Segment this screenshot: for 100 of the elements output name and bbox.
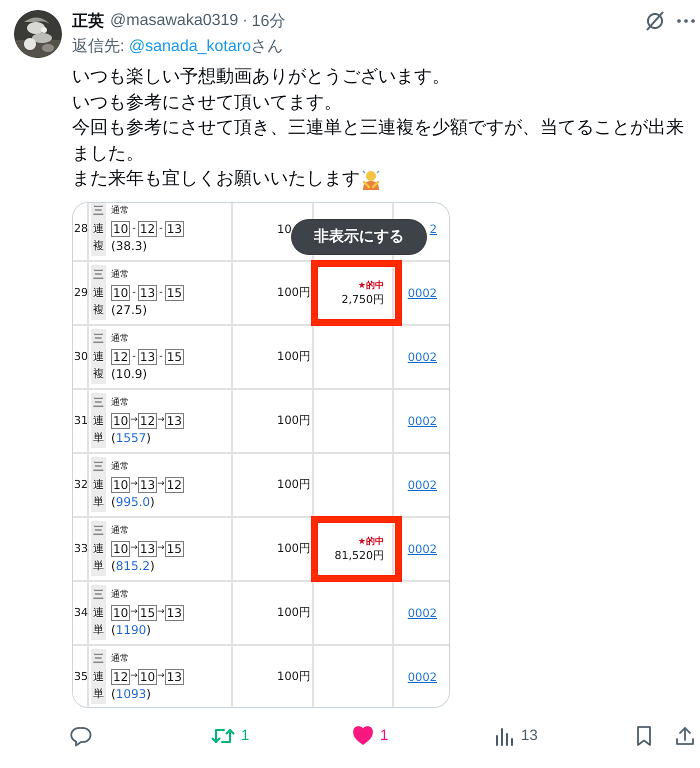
ticket-link[interactable]: 0002 [406, 478, 437, 492]
bet-type-label: 三連単 [91, 393, 106, 448]
odds-paren: ( [111, 494, 116, 508]
stake-amount: 100円 [277, 285, 311, 300]
post-text: また来年も宜しくお願いいたします [72, 167, 360, 190]
separator-mark: → [130, 606, 138, 619]
post-text: いつも参考にさせて頂いてます。 [72, 90, 342, 114]
odds-paren: ) [150, 494, 155, 508]
ticket-link[interactable]: 0002 [406, 414, 437, 428]
bookmark-icon[interactable] [634, 724, 654, 746]
stake-amount: 100円 [277, 669, 311, 684]
odds-paren: ) [142, 366, 148, 380]
stake-amount: 100円 [277, 413, 311, 428]
bet-mode: 通常 [111, 588, 130, 602]
share-icon[interactable] [674, 724, 696, 746]
post-time[interactable]: 16分 [252, 10, 286, 32]
person-icon [360, 168, 382, 190]
number-box: 12 [138, 412, 158, 428]
row-number: 31 [73, 390, 89, 452]
number-box: 10 [111, 412, 130, 428]
action-count: 1 [380, 727, 388, 744]
number-box: 15 [164, 348, 184, 364]
odds-paren: ( [111, 302, 116, 316]
slash-circle-icon[interactable] [644, 10, 666, 32]
odds-paren: ) [142, 302, 148, 316]
odds-value[interactable]: 1093 [116, 686, 146, 700]
ticket-link[interactable]: 0002 [406, 286, 437, 300]
number-box: 10 [111, 476, 130, 492]
odds-paren: ( [111, 558, 116, 572]
separator-mark: → [130, 414, 138, 427]
row-number: 28 [73, 202, 89, 260]
number-box: 13 [164, 412, 184, 428]
odds-paren: ( [111, 366, 116, 380]
row-number: 35 [73, 646, 89, 706]
action-count: 1 [241, 727, 250, 744]
bet-mode: 通常 [111, 204, 130, 218]
number-box: 13 [138, 476, 158, 492]
number-box: 10 [138, 668, 158, 684]
number-box: 15 [164, 284, 184, 300]
odds-paren: ( [111, 238, 116, 252]
separator-mark: → [157, 414, 165, 427]
user-handle[interactable]: @masawaka0319 [110, 12, 238, 30]
ticket-link[interactable]: 0002 [406, 670, 437, 684]
stake-amount: 100円 [277, 605, 311, 620]
number-box: 10 [111, 540, 130, 556]
bet-mode: 通常 [111, 396, 130, 410]
number-box: 13 [164, 668, 184, 684]
number-box: 12 [111, 348, 130, 364]
odds-paren: ) [142, 238, 148, 252]
odds-paren: ( [111, 622, 116, 636]
image-card[interactable] [72, 202, 450, 708]
ticket-link[interactable]: 0002 [406, 350, 437, 364]
author-name[interactable]: 正英 [72, 10, 104, 32]
number-box: 12 [111, 668, 130, 684]
separator-mark: → [130, 542, 138, 555]
bet-mode: 通常 [111, 460, 130, 474]
odds-paren: ) [146, 686, 151, 700]
separator-mark: → [130, 478, 138, 491]
odds-paren: ( [111, 686, 116, 700]
heart-icon[interactable] [352, 724, 374, 746]
number-box: 10 [111, 220, 130, 236]
number-box: 13 [138, 348, 158, 364]
reply-label: 返信先: [72, 38, 126, 55]
separator-mark: → [157, 606, 165, 619]
row-number: 32 [73, 454, 89, 516]
separator-mark: - [159, 350, 163, 364]
mention-link[interactable]: @sanada_kotaro [128, 38, 251, 55]
separator-mark: - [159, 286, 163, 300]
number-box: 13 [164, 604, 184, 620]
odds-value[interactable]: 815.2 [116, 558, 150, 572]
payout-amount: 81,520円 [334, 548, 384, 562]
odds-value[interactable]: 1557 [116, 430, 146, 444]
odds-paren: ) [146, 430, 151, 444]
bet-mode: 通常 [111, 268, 130, 282]
number-box: 13 [138, 284, 158, 300]
reply-suffix: さん [251, 38, 283, 55]
stake-amount: 100円 [277, 349, 311, 364]
odds-value[interactable]: 1190 [116, 622, 146, 636]
stake-amount: 100円 [277, 541, 311, 556]
bet-type-label: 三連単 [91, 585, 106, 640]
hide-tooltip[interactable]: 非表示にする [291, 218, 427, 254]
ticket-link[interactable]: 0002 [406, 542, 437, 556]
odds-value[interactable]: 995.0 [116, 494, 150, 508]
odds-paren: ) [146, 622, 151, 636]
row-number: 34 [73, 582, 89, 644]
separator-mark: - [132, 286, 136, 300]
odds-value: 27.5 [116, 302, 142, 316]
bet-type-label: 三連単 [91, 649, 106, 704]
row-number: 29 [73, 262, 89, 324]
bet-type-label: 三連複 [91, 202, 106, 256]
separator-mark: - [159, 222, 163, 236]
odds-paren: ( [111, 430, 116, 444]
ticket-link[interactable]: 0002 [406, 606, 437, 620]
separator-mark: → [130, 670, 138, 683]
odds-value: 10.9 [116, 366, 142, 380]
reply-icon[interactable] [70, 724, 92, 746]
separator-mark: → [157, 542, 165, 555]
odds-paren: ) [150, 558, 155, 572]
number-box: 13 [164, 220, 184, 236]
odds-value: 38.3 [116, 238, 142, 252]
